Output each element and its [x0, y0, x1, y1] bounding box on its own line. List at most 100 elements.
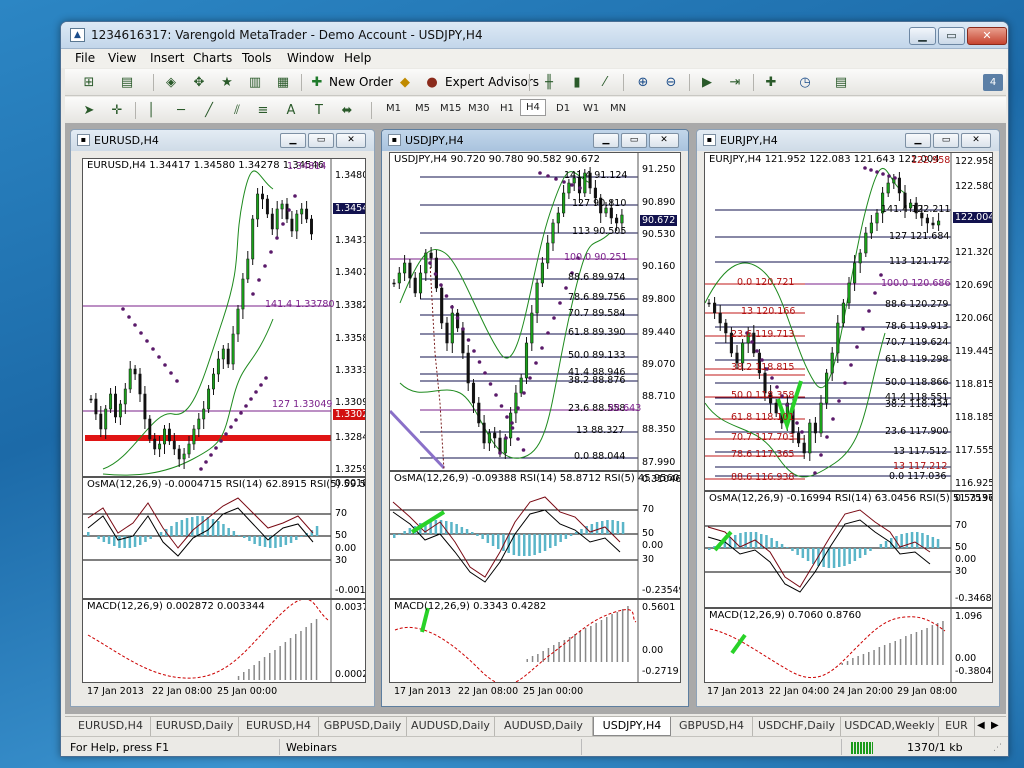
- timeframe-m1[interactable]: M1: [386, 103, 401, 114]
- chart-minimize-button[interactable]: ▁: [593, 133, 619, 148]
- chart-close-button[interactable]: ✕: [961, 133, 991, 148]
- tab-gbpusd-daily[interactable]: GBPUSD,Daily: [319, 717, 407, 736]
- tab-eurusd-daily[interactable]: EURUSD,Daily: [151, 717, 239, 736]
- profiles-icon[interactable]: ▤: [117, 73, 137, 92]
- arrows-icon[interactable]: ⬌: [337, 101, 357, 120]
- menu-charts[interactable]: Charts: [193, 51, 232, 65]
- notification-badge[interactable]: 4: [983, 74, 1003, 91]
- cursor-icon[interactable]: ➤: [79, 101, 99, 120]
- help-hint: For Help, press F1: [70, 741, 170, 754]
- tab-audusd-daily-2[interactable]: AUDUSD,Daily: [495, 717, 593, 736]
- timeframe-w1[interactable]: W1: [583, 103, 599, 114]
- menu-tools[interactable]: Tools: [242, 51, 272, 65]
- terminal-icon[interactable]: ▥: [245, 73, 265, 92]
- date-label: 17 Jan 2013: [707, 686, 764, 697]
- chart-window-usdjpy[interactable]: ▪ USDJPY,H4 ▁ ▭ ✕ USDJPY,H4 90.720 90.78…: [381, 129, 689, 707]
- tab-usdchf-daily[interactable]: USDCHF,Daily: [753, 717, 841, 736]
- macd-pane[interactable]: MACD(12,26,9) 0.3343 0.4282 0.5601 0.00 …: [389, 599, 681, 683]
- candle-body: [482, 422, 486, 444]
- sar-dot: [251, 292, 255, 296]
- tab-scroll-left-icon[interactable]: ◀: [977, 720, 985, 731]
- menu-file[interactable]: File: [75, 51, 95, 65]
- histogram-bar: [139, 536, 142, 545]
- chart-maximize-button[interactable]: ▭: [933, 133, 959, 148]
- metaeditor-icon[interactable]: ◆: [395, 73, 415, 92]
- chart-close-button[interactable]: ✕: [336, 133, 366, 148]
- price-pane[interactable]: EURJPY,H4 121.952 122.083 121.643 122.00…: [704, 152, 993, 491]
- timeframe-h1[interactable]: H1: [500, 103, 514, 114]
- data-window-icon[interactable]: ✥: [189, 73, 209, 92]
- close-button[interactable]: ✕: [967, 27, 1007, 45]
- candle-body: [270, 213, 274, 230]
- templates-icon[interactable]: ▤: [831, 73, 851, 92]
- price-pane[interactable]: EURUSD,H4 1.34417 1.34580 1.34278 1.3454…: [82, 158, 366, 477]
- osma-rsi-pane[interactable]: OsMA(12,26,9) -0.09388 RSI(14) 58.8712 R…: [389, 471, 681, 599]
- horizontal-line-icon[interactable]: ─: [171, 101, 191, 120]
- macd-pane[interactable]: MACD(12,26,9) 0.002872 0.003344 0.003798…: [82, 599, 366, 683]
- menu-view[interactable]: View: [108, 51, 136, 65]
- tab-usdcad-weekly[interactable]: USDCAD,Weekly: [841, 717, 939, 736]
- chart-window-eurjpy[interactable]: ▪ EURJPY,H4 ▁ ▭ ✕ EURJPY,H4 121.952 122.…: [696, 129, 1000, 707]
- timeframe-m30[interactable]: M30: [468, 103, 489, 114]
- zoom-out-icon[interactable]: ⊖: [661, 73, 681, 92]
- line-chart-icon[interactable]: ⁄: [595, 73, 615, 92]
- fibonacci-icon[interactable]: ≡: [253, 101, 273, 120]
- chart-minimize-button[interactable]: ▁: [280, 133, 306, 148]
- price-pane[interactable]: USDJPY,H4 90.720 90.780 90.582 90.672 14…: [389, 152, 681, 471]
- osma-rsi-pane[interactable]: OsMA(12,26,9) -0.16994 RSI(14) 63.0456 R…: [704, 491, 993, 608]
- chart-maximize-button[interactable]: ▭: [308, 133, 334, 148]
- chart-minimize-button[interactable]: ▁: [905, 133, 931, 148]
- zoom-in-icon[interactable]: ⊕: [633, 73, 653, 92]
- timeframe-d1[interactable]: D1: [556, 103, 570, 114]
- sar-dot: [755, 349, 759, 353]
- expert-advisors-button[interactable]: Expert Advisors: [445, 75, 539, 89]
- vertical-line-icon[interactable]: │: [141, 101, 161, 120]
- candle-body: [609, 207, 613, 219]
- tab-audusd-daily[interactable]: AUDUSD,Daily: [407, 717, 495, 736]
- menu-insert[interactable]: Insert: [150, 51, 184, 65]
- histogram-bar: [858, 548, 862, 558]
- chart-shift-icon[interactable]: ⇥: [725, 73, 745, 92]
- bar-chart-icon[interactable]: ╫: [539, 73, 559, 92]
- new-order-icon[interactable]: ✚: [307, 73, 327, 92]
- timeframe-mn[interactable]: MN: [610, 103, 626, 114]
- trendline-icon[interactable]: ╱: [199, 101, 219, 120]
- maximize-button[interactable]: ▭: [938, 27, 965, 45]
- candle-body: [182, 453, 186, 460]
- menu-help[interactable]: Help: [344, 51, 371, 65]
- candlesticks-icon[interactable]: ▮: [567, 73, 587, 92]
- strategy-tester-icon[interactable]: ▦: [273, 73, 293, 92]
- auto-scroll-icon[interactable]: ▶: [697, 73, 717, 92]
- tab-eurusd-h4[interactable]: EURUSD,H4: [71, 717, 151, 736]
- expert-advisors-icon[interactable]: ●: [422, 73, 442, 92]
- tab-eurusd-h4-2[interactable]: EURUSD,H4: [239, 717, 319, 736]
- timeframe-h4[interactable]: H4: [520, 99, 546, 116]
- tab-scroll-right-icon[interactable]: ▶: [991, 720, 999, 731]
- equidistant-channel-icon[interactable]: ⫽: [227, 101, 247, 120]
- new-order-button[interactable]: New Order: [329, 75, 393, 89]
- chart-maximize-button[interactable]: ▭: [621, 133, 647, 148]
- new-chart-icon[interactable]: ⊞: [79, 73, 99, 92]
- text-label-icon[interactable]: T: [309, 101, 329, 120]
- crosshair-icon[interactable]: ✛: [107, 101, 127, 120]
- periods-icon[interactable]: ◷: [795, 73, 815, 92]
- indicators-icon[interactable]: ✚: [761, 73, 781, 92]
- tab-eur[interactable]: EUR: [939, 717, 975, 736]
- window-title: 1234616317: Varengold MetaTrader - Demo …: [91, 28, 483, 42]
- chart-window-eurusd[interactable]: ▪ EURUSD,H4 ▁ ▭ ✕ EURUSD,H4 1.34417 1.34…: [70, 129, 375, 707]
- tab-usdjpy-h4[interactable]: USDJPY,H4: [593, 717, 671, 736]
- text-icon[interactable]: A: [281, 101, 301, 120]
- navigator-icon[interactable]: ★: [217, 73, 237, 92]
- market-watch-icon[interactable]: ◈: [161, 73, 181, 92]
- histogram-bar: [547, 648, 550, 662]
- price-axis-label: 119.445: [955, 346, 993, 357]
- timeframe-m15[interactable]: M15: [440, 103, 461, 114]
- menu-window[interactable]: Window: [287, 51, 334, 65]
- webinars-link[interactable]: Webinars: [286, 741, 337, 754]
- timeframe-m5[interactable]: M5: [415, 103, 430, 114]
- macd-pane[interactable]: MACD(12,26,9) 0.7060 0.8760 1.096 0.00 -…: [704, 608, 993, 683]
- chart-close-button[interactable]: ✕: [649, 133, 679, 148]
- osma-rsi-pane[interactable]: OsMA(12,26,9) -0.0004715 RSI(14) 62.8915…: [82, 477, 366, 599]
- tab-gbpusd-h4[interactable]: GBPUSD,H4: [671, 717, 753, 736]
- minimize-button[interactable]: ▁: [909, 27, 936, 45]
